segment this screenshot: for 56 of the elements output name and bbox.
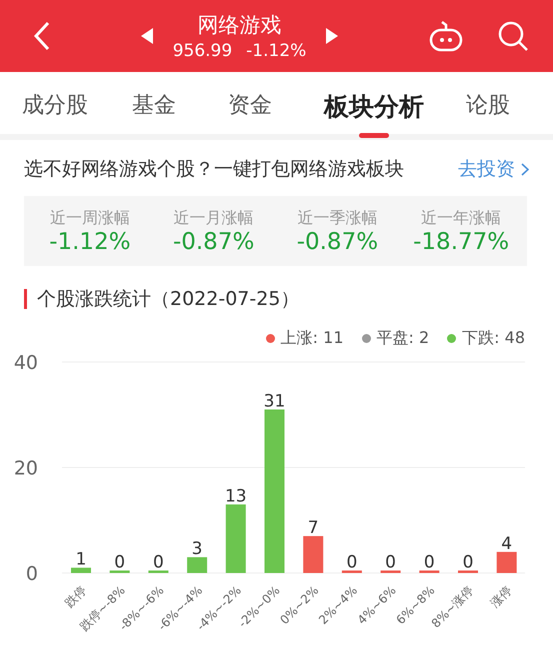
- stat-label: 近一月涨幅: [174, 208, 254, 228]
- search-icon[interactable]: [497, 20, 529, 52]
- bar: [303, 536, 324, 573]
- stat-value: -1.12%: [49, 228, 131, 254]
- bar: [380, 570, 401, 573]
- stat-value: -0.87%: [172, 228, 254, 254]
- tab[interactable]: 资金: [228, 72, 272, 120]
- index-change: -1.12%: [246, 41, 306, 61]
- axis-label: 0: [26, 563, 38, 585]
- previous-icon[interactable]: [140, 28, 153, 44]
- back-icon[interactable]: [34, 21, 50, 51]
- index-price: 956.99: [172, 41, 232, 61]
- legend-label: 上涨: 11: [280, 328, 344, 349]
- bar: [458, 570, 478, 573]
- bar: [226, 504, 246, 573]
- promo-text: 选不好网络游戏个股？一键打包网络游戏板块: [24, 157, 404, 182]
- stat-value: -18.77%: [413, 228, 510, 254]
- data-label: 7: [308, 518, 319, 538]
- data-label: 1: [76, 550, 86, 570]
- axis-label: 20: [14, 458, 38, 480]
- bar: [342, 570, 362, 573]
- bar: [148, 570, 168, 573]
- stat-value: -0.87%: [296, 228, 378, 254]
- bar: [71, 568, 91, 573]
- data-label: 0: [152, 552, 164, 572]
- tab[interactable]: 板块分析: [324, 72, 424, 138]
- bar: [419, 570, 440, 573]
- bar: [496, 552, 517, 573]
- bar: [187, 557, 208, 573]
- next-icon[interactable]: [326, 28, 338, 44]
- category-label: 跌停: [62, 583, 90, 610]
- tab[interactable]: 基金: [132, 72, 176, 120]
- chevron-right-icon: [521, 162, 529, 176]
- data-label: 31: [264, 391, 286, 412]
- stat-label: 近一年涨幅: [421, 208, 502, 228]
- data-label: 0: [114, 552, 126, 572]
- tab[interactable]: 成分股: [22, 72, 88, 120]
- tab[interactable]: 论股: [466, 72, 510, 120]
- data-label: 3: [192, 539, 203, 560]
- sector-title: 网络游戏: [198, 12, 282, 39]
- stat-label: 近一季涨幅: [297, 208, 378, 228]
- legend-label: 平盘: 2: [376, 328, 430, 349]
- section-title: 个股涨跌统计（2022-07-25）: [37, 287, 300, 312]
- data-label: 0: [346, 552, 358, 572]
- data-label: 4: [501, 534, 512, 554]
- bar: [110, 570, 130, 573]
- data-label: 13: [224, 486, 247, 506]
- stat-label: 近一周涨幅: [50, 208, 130, 228]
- data-label: 0: [385, 552, 396, 572]
- legend-label: 下跌: 48: [462, 328, 525, 349]
- data-label: 0: [462, 552, 474, 572]
- section-marker: [24, 289, 27, 309]
- data-label: 0: [424, 552, 435, 572]
- category-label: 涨停: [488, 583, 515, 610]
- axis-label: 40: [14, 352, 38, 374]
- robot-icon[interactable]: [429, 19, 463, 53]
